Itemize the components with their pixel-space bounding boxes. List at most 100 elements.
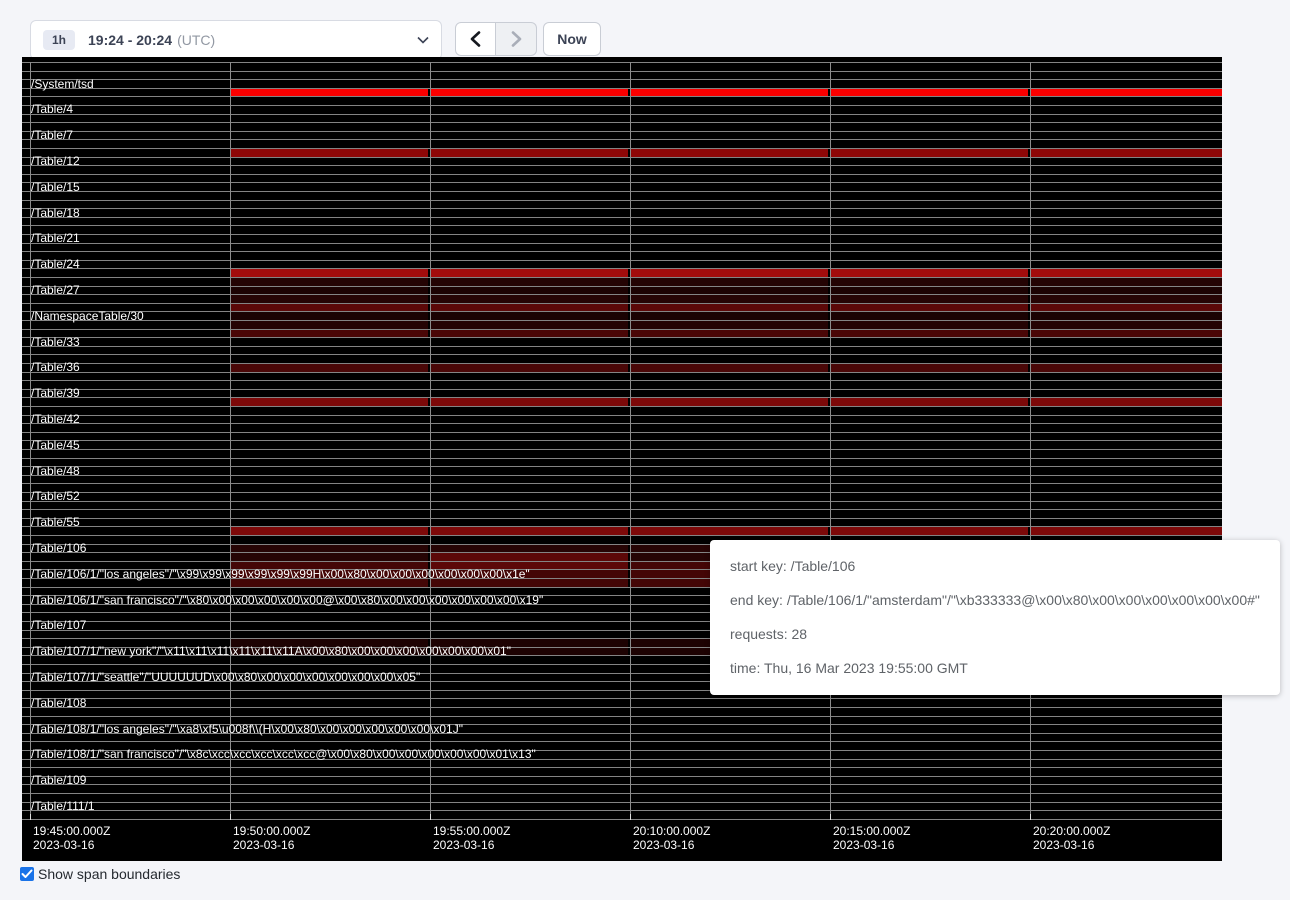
tooltip-start-key: start key: /Table/106 xyxy=(730,556,1260,576)
span-boundary-line xyxy=(22,148,1222,149)
key-label: /Table/108/1/"san francisco"/"\x8c\xcc\x… xyxy=(31,747,536,761)
key-label: /Table/21 xyxy=(31,231,80,245)
span-tooltip: start key: /Table/106 end key: /Table/10… xyxy=(710,540,1280,695)
span-boundary-line xyxy=(22,286,1222,287)
span-boundary-line xyxy=(22,475,1222,476)
heat-band xyxy=(630,287,828,295)
span-boundary-line xyxy=(22,776,1222,777)
tooltip-requests: requests: 28 xyxy=(730,624,1260,644)
heat-band xyxy=(430,149,628,157)
span-boundary-line xyxy=(22,294,1222,295)
key-label: /Table/33 xyxy=(31,335,80,349)
span-boundary-line xyxy=(22,397,1222,398)
axis-tick xyxy=(1030,814,1031,820)
heat-band xyxy=(630,527,828,535)
span-boundary-line xyxy=(22,793,1222,794)
key-label: /Table/106/1/"san francisco"/"\x80\x00\x… xyxy=(31,593,543,607)
key-label: /Table/107/1/"seattle"/"UUUUUUD\x00\x80\… xyxy=(31,670,420,684)
heat-band xyxy=(1030,330,1222,338)
heat-band xyxy=(630,269,828,277)
span-boundary-line xyxy=(22,449,1222,450)
time-grid-line xyxy=(430,62,431,814)
heat-band xyxy=(230,398,428,406)
key-visualizer-heatmap[interactable]: 19:45:00.000Z 2023-03-1619:50:00.000Z 20… xyxy=(22,57,1222,861)
heat-band xyxy=(430,330,628,338)
key-label: /Table/52 xyxy=(31,489,80,503)
time-grid-line xyxy=(630,62,631,814)
tooltip-time: time: Thu, 16 Mar 2023 19:55:00 GMT xyxy=(730,658,1260,678)
span-boundary-line xyxy=(22,88,1222,89)
span-boundary-line xyxy=(22,208,1222,209)
axis-tick-label: 20:15:00.000Z 2023-03-16 xyxy=(833,824,910,852)
span-boundary-line xyxy=(22,191,1222,192)
heat-band xyxy=(230,295,428,303)
heat-band xyxy=(1030,295,1222,303)
time-nav-group xyxy=(455,22,537,56)
time-range-picker[interactable]: 1h 19:24 - 20:24 (UTC) xyxy=(30,20,442,60)
key-label: /Table/111/1 xyxy=(31,799,95,813)
span-boundary-line xyxy=(22,268,1222,269)
axis-tick-label: 20:20:00.000Z 2023-03-16 xyxy=(1033,824,1110,852)
time-grid-line xyxy=(1030,62,1031,814)
heat-band xyxy=(1030,278,1222,286)
axis-tick-label: 19:55:00.000Z 2023-03-16 xyxy=(433,824,510,852)
heat-band xyxy=(230,312,428,320)
heat-band xyxy=(430,545,628,553)
heat-band xyxy=(830,304,1028,312)
span-boundary-line xyxy=(22,819,1222,820)
chevron-right-icon xyxy=(511,31,522,47)
heat-band xyxy=(230,330,428,338)
span-boundary-line xyxy=(22,329,1222,330)
heat-band xyxy=(230,269,428,277)
axis-tick xyxy=(230,814,231,820)
tooltip-end-key: end key: /Table/106/1/"amsterdam"/"\xb33… xyxy=(730,590,1260,610)
heat-band xyxy=(630,398,828,406)
heat-band xyxy=(230,553,428,561)
key-label: /Table/27 xyxy=(31,283,80,297)
axis-tick-label: 20:10:00.000Z 2023-03-16 xyxy=(633,824,710,852)
span-boundary-line xyxy=(22,122,1222,123)
key-label: /Table/24 xyxy=(31,257,80,271)
axis-tick-label: 19:45:00.000Z 2023-03-16 xyxy=(33,824,110,852)
heat-band xyxy=(1030,149,1222,157)
span-boundary-line xyxy=(22,432,1222,433)
span-boundary-line xyxy=(22,157,1222,158)
span-boundary-line xyxy=(22,492,1222,493)
span-boundary-line xyxy=(22,234,1222,235)
span-boundary-line xyxy=(22,535,1222,536)
time-grid-line xyxy=(830,62,831,814)
span-boundary-line xyxy=(22,105,1222,106)
heat-band xyxy=(830,269,1028,277)
key-label: /Table/106 xyxy=(31,541,86,555)
now-button[interactable]: Now xyxy=(543,22,601,56)
heat-band xyxy=(630,295,828,303)
prev-time-button[interactable] xyxy=(455,22,496,56)
heat-band xyxy=(1030,527,1222,535)
key-label: /Table/107/1/"new york"/"\x11\x11\x11\x1… xyxy=(31,644,511,658)
key-label: /Table/109 xyxy=(31,773,86,787)
heat-band xyxy=(1030,287,1222,295)
heat-band xyxy=(830,398,1028,406)
span-boundary-line xyxy=(22,698,1222,699)
heat-band xyxy=(630,364,828,372)
span-boundary-line xyxy=(22,440,1222,441)
heat-band xyxy=(230,89,428,97)
next-time-button[interactable] xyxy=(496,22,537,56)
heat-band xyxy=(830,330,1028,338)
span-boundary-line xyxy=(22,303,1222,304)
show-span-boundaries-label: Show span boundaries xyxy=(38,866,180,882)
heat-band xyxy=(430,312,628,320)
span-boundary-line xyxy=(22,311,1222,312)
heat-band xyxy=(830,527,1028,535)
heat-band xyxy=(430,89,628,97)
axis-tick xyxy=(630,814,631,820)
span-boundary-line xyxy=(22,501,1222,502)
heat-band xyxy=(230,527,428,535)
heat-band xyxy=(1030,269,1222,277)
time-range-text: 19:24 - 20:24 xyxy=(88,32,172,48)
show-span-boundaries-checkbox[interactable] xyxy=(20,867,34,881)
span-boundary-line xyxy=(22,200,1222,201)
span-boundary-line xyxy=(22,346,1222,347)
heat-band xyxy=(430,398,628,406)
key-label: /Table/45 xyxy=(31,438,80,452)
